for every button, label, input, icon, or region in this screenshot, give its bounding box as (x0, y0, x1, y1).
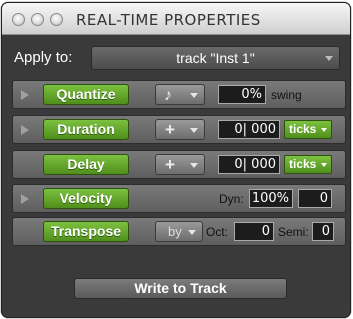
real-time-properties-window: REAL-TIME PROPERTIES Apply to: track "In… (1, 2, 351, 318)
duration-unit-label: ticks (289, 122, 317, 136)
octave-label: Oct: (206, 225, 229, 239)
delay-value-field[interactable]: 0| 000 (218, 155, 280, 174)
quantize-grid-select[interactable]: ♪ (155, 84, 205, 105)
chevron-down-icon (325, 56, 333, 61)
apply-to-track-select[interactable]: track "Inst 1" (91, 46, 340, 70)
disclosure-triangle-icon[interactable] (21, 90, 29, 100)
quantize-swing-field[interactable]: 0% (218, 85, 266, 104)
eighth-note-icon: ♪ (164, 87, 172, 104)
transpose-mode-label: by (168, 224, 182, 239)
velocity-toggle-button[interactable]: Velocity (43, 188, 129, 209)
title-bar[interactable]: REAL-TIME PROPERTIES (2, 3, 350, 35)
chevron-down-icon (190, 163, 198, 168)
disclosure-triangle-icon[interactable] (21, 194, 29, 204)
swing-label: swing (271, 88, 302, 102)
octave-field[interactable]: 0 (234, 222, 274, 241)
duration-value-field[interactable]: 0| 000 (218, 120, 280, 139)
zoom-window-button[interactable] (50, 13, 63, 26)
semitone-field[interactable]: 0 (312, 222, 334, 241)
properties-panel: Apply to: track "Inst 1" Quantize ♪ 0% s… (2, 36, 350, 317)
delay-row: Delay + 0| 000 ticks (12, 150, 346, 179)
duration-operator-select[interactable]: + (155, 119, 205, 140)
quantize-row: Quantize ♪ 0% swing (12, 80, 346, 109)
chevron-down-icon (321, 128, 327, 132)
velocity-row: Velocity Dyn: 100% 0 (12, 184, 346, 213)
close-window-button[interactable] (12, 13, 25, 26)
transpose-toggle-button[interactable]: Transpose (43, 221, 129, 242)
delay-operator-select[interactable]: + (155, 154, 205, 175)
disclosure-triangle-icon[interactable] (21, 125, 29, 135)
delay-toggle-button[interactable]: Delay (43, 154, 129, 175)
plus-icon: + (165, 120, 175, 139)
delay-unit-label: ticks (289, 157, 317, 171)
minimize-window-button[interactable] (31, 13, 44, 26)
duration-unit-select[interactable]: ticks (284, 120, 332, 139)
write-to-track-button[interactable]: Write to Track (74, 278, 287, 299)
plus-icon: + (165, 155, 175, 174)
chevron-down-icon (188, 230, 196, 235)
transpose-mode-select[interactable]: by (155, 221, 203, 242)
apply-to-track-value: track "Inst 1" (176, 50, 255, 66)
dynamics-label: Dyn: (219, 192, 244, 206)
window-title: REAL-TIME PROPERTIES (76, 11, 261, 29)
chevron-down-icon (190, 93, 198, 98)
transpose-row: Transpose by Oct: 0 Semi: 0 (12, 217, 346, 246)
delay-unit-select[interactable]: ticks (284, 155, 332, 174)
dynamics-field[interactable]: 100% (249, 189, 293, 208)
quantize-toggle-button[interactable]: Quantize (43, 84, 129, 105)
chevron-down-icon (321, 163, 327, 167)
duration-toggle-button[interactable]: Duration (43, 119, 129, 140)
chevron-down-icon (190, 128, 198, 133)
apply-to-label: Apply to: (14, 49, 73, 66)
velocity-offset-field[interactable]: 0 (298, 189, 332, 208)
duration-row: Duration + 0| 000 ticks (12, 115, 346, 144)
semitone-label: Semi: (278, 225, 309, 239)
